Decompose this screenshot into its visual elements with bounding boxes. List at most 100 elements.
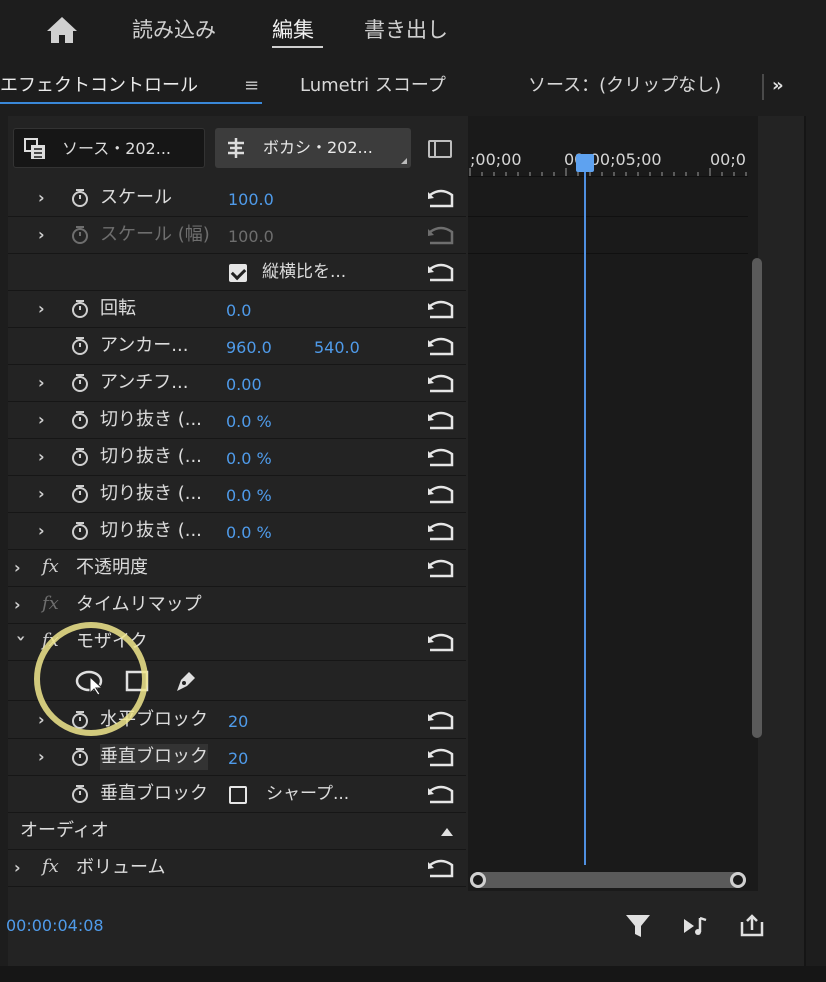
play-audio-icon[interactable] bbox=[682, 912, 710, 940]
param-name: アンカー... bbox=[100, 335, 189, 356]
home-icon[interactable] bbox=[44, 14, 80, 46]
effect-name: 不透明度 bbox=[76, 557, 148, 578]
stopwatch-icon[interactable] bbox=[70, 188, 90, 208]
param-row-vertical-blocks: › 垂直ブロック 20 bbox=[8, 739, 466, 776]
fx-icon[interactable]: fx bbox=[42, 856, 59, 877]
stopwatch-icon[interactable] bbox=[70, 521, 90, 541]
panel-divider[interactable] bbox=[804, 116, 806, 966]
param-name: スケール (幅) bbox=[100, 224, 210, 245]
zoom-handle-right[interactable] bbox=[730, 872, 746, 888]
filter-icon[interactable] bbox=[624, 912, 652, 940]
param-value[interactable]: 0.0 % bbox=[226, 410, 272, 434]
reset-icon[interactable] bbox=[426, 485, 456, 505]
chevron-right-icon[interactable]: › bbox=[38, 374, 52, 392]
param-value[interactable]: 0.0 bbox=[226, 299, 251, 323]
pen-mask-icon[interactable] bbox=[172, 667, 200, 695]
chevron-right-icon[interactable]: › bbox=[38, 448, 52, 466]
workspace-bar: 読み込み 編集 書き出し bbox=[0, 0, 826, 58]
stopwatch-icon[interactable] bbox=[70, 784, 90, 804]
param-value[interactable]: 0.0 % bbox=[226, 484, 272, 508]
nav-import[interactable]: 読み込み bbox=[132, 14, 216, 46]
reset-icon[interactable] bbox=[426, 859, 456, 879]
collapse-up-icon[interactable] bbox=[440, 827, 454, 837]
panel-toggle-icon[interactable] bbox=[428, 140, 452, 158]
anchor-y-value[interactable]: 540.0 bbox=[314, 336, 360, 360]
nav-active-underline bbox=[272, 46, 323, 48]
stopwatch-icon[interactable] bbox=[70, 484, 90, 504]
reset-icon bbox=[428, 226, 454, 245]
tab-separator bbox=[762, 74, 764, 100]
param-value[interactable]: 20 bbox=[228, 747, 248, 771]
effect-timeline[interactable]: ;00;00 00;00;05;00 00;0 bbox=[468, 116, 758, 891]
param-value[interactable]: 0.00 bbox=[226, 373, 262, 397]
chevron-right-icon[interactable]: › bbox=[38, 485, 52, 503]
nav-export[interactable]: 書き出し bbox=[364, 14, 448, 46]
reset-icon[interactable] bbox=[426, 748, 456, 768]
param-row-crop-bottom: › 切り抜き (... 0.0 % bbox=[8, 513, 466, 550]
chevron-right-icon[interactable]: › bbox=[38, 189, 52, 207]
reset-icon[interactable] bbox=[426, 300, 456, 320]
panel-tab-bar: エフェクトコントロール ≡ Lumetri スコープ ソース：(クリップなし) … bbox=[0, 58, 826, 114]
param-value[interactable]: 0.0 % bbox=[226, 521, 272, 545]
sharp-colors-checkbox[interactable] bbox=[229, 786, 247, 804]
reset-icon[interactable] bbox=[426, 263, 456, 283]
timeline-zoom-scrollbar[interactable] bbox=[470, 872, 746, 888]
tab-source[interactable]: ソース：(クリップなし) bbox=[528, 72, 721, 100]
chevron-right-icon[interactable]: › bbox=[38, 522, 52, 540]
export-frame-icon[interactable] bbox=[738, 912, 766, 940]
param-value[interactable]: 100.0 bbox=[228, 188, 274, 212]
audio-section-header[interactable]: オーディオ bbox=[8, 813, 466, 850]
tab-effect-controls[interactable]: エフェクトコントロール bbox=[0, 72, 198, 100]
anchor-x-value[interactable]: 960.0 bbox=[226, 336, 272, 360]
param-name: 切り抜き (... bbox=[100, 483, 202, 504]
reset-icon[interactable] bbox=[426, 448, 456, 468]
chevron-right-icon[interactable]: › bbox=[14, 596, 28, 614]
more-tabs-icon[interactable]: » bbox=[772, 72, 784, 100]
timeline-row-divider bbox=[468, 176, 748, 177]
reset-icon[interactable] bbox=[426, 337, 456, 357]
sharp-colors-label: シャープ... bbox=[266, 784, 350, 804]
reset-icon[interactable] bbox=[426, 711, 456, 731]
stopwatch-icon[interactable] bbox=[70, 410, 90, 430]
reset-icon[interactable] bbox=[426, 559, 456, 579]
tab-menu-icon[interactable]: ≡ bbox=[244, 72, 259, 100]
chevron-right-icon[interactable]: › bbox=[14, 559, 28, 577]
effect-row-opacity[interactable]: › fx 不透明度 bbox=[8, 550, 466, 587]
uniform-scale-checkbox[interactable] bbox=[229, 264, 247, 282]
reset-icon[interactable] bbox=[426, 411, 456, 431]
chevron-down-icon[interactable]: › bbox=[12, 635, 31, 649]
stopwatch-icon[interactable] bbox=[70, 747, 90, 767]
tab-lumetri-scopes[interactable]: Lumetri スコープ bbox=[300, 72, 446, 100]
reset-icon[interactable] bbox=[426, 374, 456, 394]
param-value[interactable]: 0.0 % bbox=[226, 447, 272, 471]
chevron-right-icon[interactable]: › bbox=[38, 300, 52, 318]
nav-edit[interactable]: 編集 bbox=[272, 14, 314, 46]
chevron-right-icon[interactable]: › bbox=[38, 226, 52, 244]
reset-icon[interactable] bbox=[426, 522, 456, 542]
param-value[interactable]: 20 bbox=[228, 710, 248, 734]
chevron-right-icon[interactable]: › bbox=[38, 748, 52, 766]
reset-icon[interactable] bbox=[426, 633, 456, 653]
fx-icon[interactable]: fx bbox=[42, 556, 59, 577]
effect-clip-button[interactable]: ボカシ・202... bbox=[215, 128, 411, 168]
param-row-rotation: › 回転 0.0 bbox=[8, 291, 466, 328]
stopwatch-icon[interactable] bbox=[70, 336, 90, 356]
chevron-right-icon[interactable]: › bbox=[14, 859, 28, 877]
stopwatch-icon[interactable] bbox=[70, 373, 90, 393]
source-clip-button[interactable]: ソース・202... bbox=[13, 128, 205, 168]
param-row-crop-right: › 切り抜き (... 0.0 % bbox=[8, 476, 466, 513]
section-name: オーディオ bbox=[20, 820, 109, 841]
playhead-handle[interactable] bbox=[576, 154, 594, 172]
effect-row-volume[interactable]: › fx ボリューム bbox=[8, 850, 466, 887]
param-row-uniform-scale: 縦横比を... bbox=[8, 254, 466, 291]
stopwatch-icon[interactable] bbox=[70, 447, 90, 467]
ruler-ticks bbox=[469, 168, 747, 176]
reset-icon[interactable] bbox=[426, 189, 456, 209]
effect-row-time-remap[interactable]: › fx タイムリマップ bbox=[8, 587, 466, 624]
vertical-scrollbar[interactable] bbox=[752, 258, 762, 738]
current-timecode[interactable]: 00:00:04:08 bbox=[6, 916, 104, 935]
stopwatch-icon[interactable] bbox=[70, 299, 90, 319]
reset-icon[interactable] bbox=[426, 785, 456, 805]
chevron-right-icon[interactable]: › bbox=[38, 411, 52, 429]
zoom-handle-left[interactable] bbox=[470, 872, 486, 888]
